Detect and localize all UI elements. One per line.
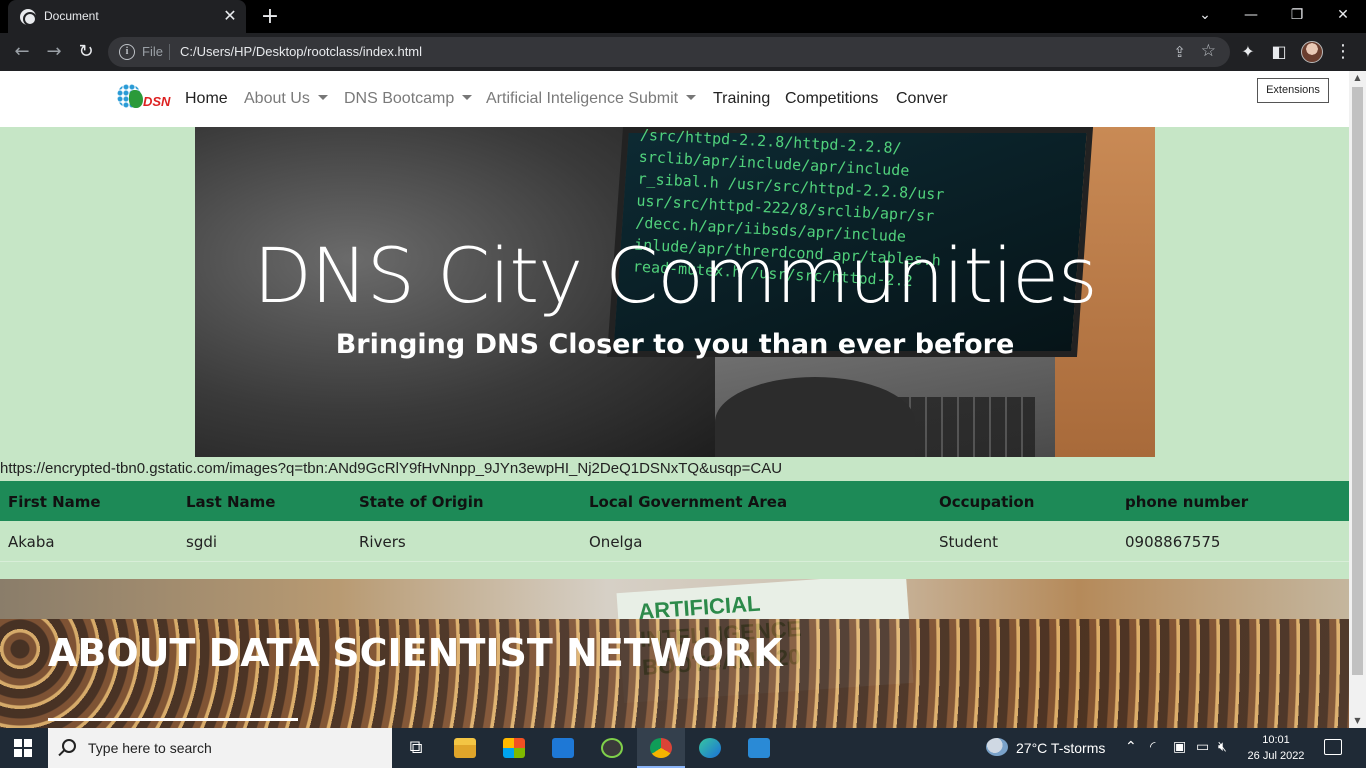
table-cell: Onelga xyxy=(589,533,643,551)
taskbar-search-placeholder: Type here to search xyxy=(88,740,212,756)
close-window-icon[interactable]: ✕ xyxy=(1320,0,1366,33)
dsn-logo[interactable]: DSN xyxy=(115,82,179,116)
table-cell: sgdi xyxy=(186,533,218,551)
weather-text[interactable]: 27°C T-storms xyxy=(1016,740,1105,756)
address-bar[interactable]: i File C:/Users/HP/Desktop/rootclass/ind… xyxy=(108,37,1230,67)
weather-icon[interactable] xyxy=(986,738,1008,756)
tab-search-icon[interactable]: ⌄ xyxy=(1182,0,1228,33)
pen-app-icon[interactable] xyxy=(588,728,636,768)
nav-dns-bootcamp-label: DNS Bootcamp xyxy=(344,90,455,107)
chevron-down-icon xyxy=(317,95,328,100)
extensions-puzzle-icon[interactable]: ✦ xyxy=(1237,41,1259,63)
restore-icon[interactable]: ❐ xyxy=(1274,0,1320,33)
table-cell: 0908867575 xyxy=(1125,533,1221,551)
scrollbar-thumb[interactable] xyxy=(1352,87,1363,675)
file-explorer-icon[interactable] xyxy=(441,728,489,768)
table-header-cell: Local Government Area xyxy=(589,493,788,511)
address-separator xyxy=(169,44,170,60)
table-header-cell: State of Origin xyxy=(359,493,484,511)
chevron-down-icon xyxy=(686,95,697,100)
chrome-menu-icon[interactable]: ⋮ xyxy=(1334,41,1352,63)
side-panel-icon[interactable]: ◧ xyxy=(1268,41,1290,63)
clock-time: 10:01 xyxy=(1262,734,1290,746)
forward-icon[interactable]: → xyxy=(42,40,66,64)
hero-banner: /src/httpd-2.2.8/httpd-2.2.8/ srclib/apr… xyxy=(195,127,1155,457)
scroll-down-icon[interactable]: ▼ xyxy=(1349,714,1366,728)
nav-ai-submit-label: Artificial Inteligence Submit xyxy=(486,90,679,107)
globe-icon xyxy=(20,9,37,26)
taskbar-clock[interactable]: 10:01 26 Jul 2022 xyxy=(1240,732,1312,764)
edge-icon[interactable] xyxy=(686,728,734,768)
notifications-icon[interactable] xyxy=(1324,739,1342,755)
table-cell: Rivers xyxy=(359,533,406,551)
extensions-tooltip: Extensions xyxy=(1257,78,1329,103)
page-viewport: DSN Home About Us DNS Bootcamp Artificia… xyxy=(0,71,1349,728)
microsoft-store-icon[interactable] xyxy=(490,728,538,768)
table-cell: Student xyxy=(939,533,999,551)
reload-icon[interactable]: ↻ xyxy=(74,40,98,64)
address-url[interactable]: C:/Users/HP/Desktop/rootclass/index.html xyxy=(180,44,422,59)
windows-start-icon[interactable] xyxy=(14,739,32,757)
nav-about-us-label: About Us xyxy=(244,90,310,107)
browser-tab[interactable]: Document ✕ xyxy=(8,0,246,33)
task-view-icon[interactable]: ⧉ xyxy=(392,728,440,768)
vscode-icon[interactable] xyxy=(735,728,783,768)
about-divider xyxy=(48,718,298,721)
nav-conver[interactable]: Conver xyxy=(896,90,948,108)
page-scrollbar[interactable]: ▲ ▼ xyxy=(1349,71,1366,728)
table-header-row: First Name Last Name State of Origin Loc… xyxy=(0,481,1349,521)
tab-title: Document xyxy=(44,9,99,23)
logo-text: DSN xyxy=(143,94,171,109)
table-header-cell: Last Name xyxy=(186,493,276,511)
hero-glove xyxy=(715,377,915,457)
hero-title: DNS City Communities xyxy=(253,231,1097,320)
bookmark-star-icon[interactable]: ☆ xyxy=(1201,41,1216,61)
nav-about-us[interactable]: About Us xyxy=(244,90,328,108)
africa-map-icon xyxy=(129,90,143,108)
nav-home[interactable]: Home xyxy=(185,90,228,108)
table-cell: Akaba xyxy=(8,533,55,551)
table-header-cell: First Name xyxy=(8,493,101,511)
table-header-cell: Occupation xyxy=(939,493,1035,511)
show-hidden-icons[interactable]: ⌃ xyxy=(1125,739,1137,755)
clock-date: 26 Jul 2022 xyxy=(1247,750,1305,762)
chrome-icon[interactable] xyxy=(637,728,685,768)
browser-title-bar: Document ✕ + ⌄ — ❐ ✕ xyxy=(0,0,1366,33)
back-icon[interactable]: ← xyxy=(10,40,34,64)
site-info-icon[interactable]: i xyxy=(119,44,135,60)
hero-subtitle: Bringing DNS Closer to you than ever bef… xyxy=(335,329,1015,360)
table-row: Akaba sgdi Rivers Onelga Student 0908867… xyxy=(0,521,1349,562)
nav-competitions[interactable]: Competitions xyxy=(785,90,878,108)
browser-toolbar: ← → ↻ i File C:/Users/HP/Desktop/rootcla… xyxy=(0,33,1366,71)
nav-training[interactable]: Training xyxy=(713,90,770,108)
battery-icon[interactable]: ▭ xyxy=(1196,739,1209,755)
new-tab-icon[interactable]: + xyxy=(259,6,281,28)
search-icon xyxy=(62,739,76,753)
address-scheme: File xyxy=(142,44,163,59)
minimize-icon[interactable]: — xyxy=(1228,0,1274,33)
volume-muted-icon[interactable]: 🔇︎ xyxy=(1218,739,1227,755)
profile-avatar[interactable] xyxy=(1301,41,1323,63)
windows-taskbar: Type here to search ⧉ 27°C T-storms ⌃ ◜ … xyxy=(0,728,1366,768)
about-section: ARTIFICIAL INTELLIGENCE BOOTCAMP 20 ABOU… xyxy=(0,579,1349,728)
mail-icon[interactable] xyxy=(539,728,587,768)
scroll-up-icon[interactable]: ▲ xyxy=(1349,71,1366,85)
chevron-down-icon xyxy=(462,95,473,100)
close-tab-icon[interactable]: ✕ xyxy=(220,6,240,26)
about-title: ABOUT DATA SCIENTIST NETWORK xyxy=(48,631,783,675)
display-icon[interactable]: ▣ xyxy=(1173,739,1186,755)
wifi-icon[interactable]: ◜ xyxy=(1150,739,1155,755)
hero-keys xyxy=(895,397,1035,457)
nav-dns-bootcamp[interactable]: DNS Bootcamp xyxy=(344,90,473,108)
members-table: First Name Last Name State of Origin Loc… xyxy=(0,481,1349,562)
nav-ai-submit[interactable]: Artificial Inteligence Submit xyxy=(486,90,697,108)
share-icon[interactable]: ⇪ xyxy=(1173,43,1186,61)
taskbar-search[interactable]: Type here to search xyxy=(48,728,392,768)
site-navbar: DSN Home About Us DNS Bootcamp Artificia… xyxy=(0,71,1349,127)
broken-image-url-text: https://encrypted-tbn0.gstatic.com/image… xyxy=(0,460,783,477)
table-header-cell: phone number xyxy=(1125,493,1249,511)
